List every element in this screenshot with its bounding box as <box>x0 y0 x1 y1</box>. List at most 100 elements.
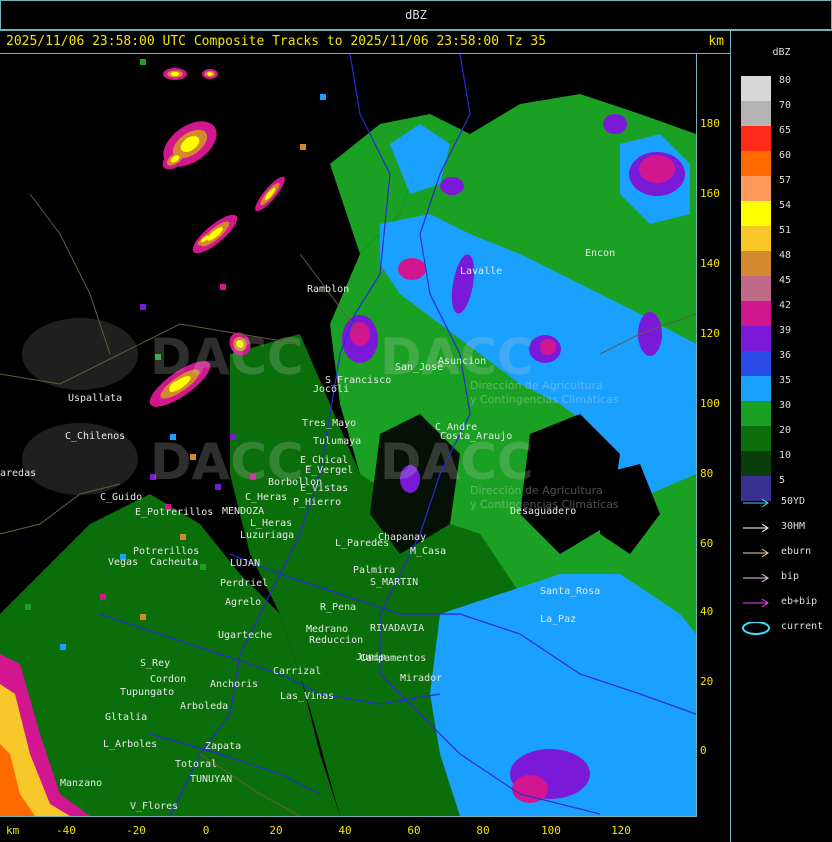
colorbar-level-label: 57 <box>779 175 792 186</box>
legend-panel: dBZ 80 70 65 60 57 54 51 48 45 42 39 36 35 30 20 10 5 50… <box>731 31 832 842</box>
place-label: Medrano <box>306 624 348 635</box>
legend-item: eb+bip <box>741 594 831 610</box>
window-title-bar: dBZ <box>0 0 832 30</box>
watermark-subtitle: y Contingencias Climáticas <box>470 393 619 406</box>
legend-item: 50YD <box>741 494 831 510</box>
storm-cell-core <box>540 339 556 355</box>
colorbar-swatch <box>741 76 771 101</box>
place-label: Perdriel <box>220 578 268 589</box>
colorbar-swatch <box>741 326 771 351</box>
arrow-icon <box>743 598 769 608</box>
place-label: R_Pena <box>320 602 356 613</box>
place-label: C_Chilenos <box>65 431 125 442</box>
place-label: Uspallata <box>68 393 122 404</box>
x-unit-label: km <box>6 824 20 837</box>
colorbar-swatch <box>741 376 771 401</box>
colorbar-level-label: 39 <box>779 325 792 336</box>
arrow-icon <box>743 498 769 508</box>
storm-cell-ne-core <box>639 155 675 183</box>
place-label: Carrizal <box>273 666 321 677</box>
x-tick-label: 20 <box>269 824 283 837</box>
arrow-icon <box>743 548 769 558</box>
place-label: San_Jose <box>395 362 443 373</box>
x-tick-label: 60 <box>407 824 421 837</box>
colorbar-level-label: 51 <box>779 225 792 236</box>
colorbar-swatch <box>741 126 771 151</box>
y-tick-label: 40 <box>700 605 714 618</box>
colorbar-unit: dBZ <box>772 47 791 58</box>
y-unit-label: km <box>708 34 724 49</box>
legend-label: 30HM <box>781 521 806 532</box>
storm-cell <box>398 258 426 280</box>
place-label: P_Hierro <box>293 497 341 508</box>
place-label: E_Vistas <box>300 483 348 494</box>
place-label: M_Casa <box>410 546 446 557</box>
arrow-icon <box>743 523 769 533</box>
place-label: Encon <box>585 248 615 259</box>
colorbar-swatch <box>741 351 771 376</box>
echo-pixel <box>140 614 146 620</box>
storm-cell-south-core <box>512 775 548 803</box>
x-tick-label: -40 <box>56 824 76 837</box>
legend-label: bip <box>781 571 800 582</box>
legend-label: current <box>781 621 824 632</box>
place-label: Tulumaya <box>313 436 361 447</box>
legend-item: bip <box>741 569 831 585</box>
colorbar-swatch <box>741 451 771 476</box>
place-label: S_Rey <box>140 658 170 669</box>
place-label: C_Heras <box>245 492 287 503</box>
place-label: Tupungato <box>120 687 174 698</box>
x-tick-label: 40 <box>338 824 352 837</box>
place-label: Manzano <box>60 778 102 789</box>
place-label: S_MARTIN <box>370 577 418 588</box>
place-label: Arboleda <box>180 701 228 712</box>
place-label: La_Paz <box>540 614 576 625</box>
place-label: Asuncion <box>438 356 486 367</box>
place-label: Palmira <box>353 565 395 576</box>
window-title: dBZ <box>405 8 427 22</box>
colorbar-level-label: 70 <box>779 100 792 111</box>
colorbar-level-label: 80 <box>779 75 792 86</box>
radar-map[interactable]: DACC DACC Dirección de Agricultura y Contin… <box>0 54 696 816</box>
ellipse-icon <box>742 622 770 635</box>
echo-pixel <box>300 144 306 150</box>
legend-item: eburn <box>741 544 831 560</box>
colorbar-level-label: 45 <box>779 275 792 286</box>
echo-pixel <box>220 284 226 290</box>
echo-pixel <box>200 564 206 570</box>
legend-label: 50YD <box>781 496 806 507</box>
y-tick-label: 0 <box>700 744 707 757</box>
place-label: MENDOZA <box>222 506 264 517</box>
place-label: L_Heras <box>250 518 292 529</box>
radar-canvas[interactable]: DACC DACCDirección de Agriculturay Contin… <box>0 54 696 816</box>
arrow-icon <box>743 573 769 583</box>
place-label: Cacheuta <box>150 557 198 568</box>
place-label: Vegas <box>108 557 138 568</box>
convective-cell-peak <box>170 71 180 77</box>
x-tick-label: 100 <box>541 824 561 837</box>
place-label: Cordon <box>150 674 186 685</box>
convective-cell-peak <box>207 72 213 76</box>
y-tick-label: 120 <box>700 327 720 340</box>
echo-pixel <box>25 604 31 610</box>
colorbar-level-label: 65 <box>779 125 792 136</box>
x-tick-label: -20 <box>126 824 146 837</box>
place-label: aredas <box>0 468 36 479</box>
colorbar-level-label: 60 <box>779 150 792 161</box>
y-tick-label: 180 <box>700 117 720 130</box>
colorbar-swatch <box>741 226 771 251</box>
y-tick-label: 80 <box>700 467 714 480</box>
place-label: L_Paredes <box>335 538 389 549</box>
place-label: Tres_Mayo <box>302 418 356 429</box>
echo-pixel <box>320 94 326 100</box>
place-label: LUJAN <box>230 558 260 569</box>
colorbar-swatch <box>741 151 771 176</box>
place-label: Campamentos <box>360 653 426 664</box>
colorbar-swatch <box>741 251 771 276</box>
place-label: E_Potrerillos <box>135 507 213 518</box>
echo-pixel <box>60 644 66 650</box>
legend-label: eburn <box>781 546 812 557</box>
y-tick-label: 20 <box>700 675 714 688</box>
x-tick-label: 0 <box>202 824 210 837</box>
place-label: Potrerillos <box>133 546 199 557</box>
